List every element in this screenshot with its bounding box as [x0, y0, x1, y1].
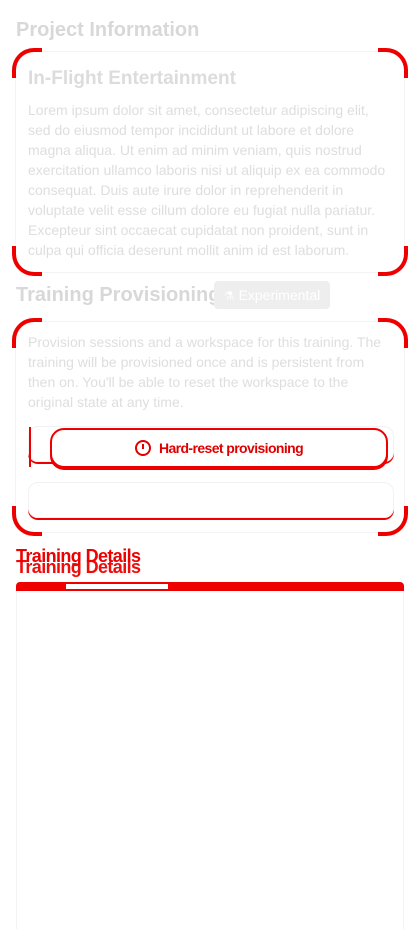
training-details-panel	[16, 582, 404, 929]
project-card-description: Lorem ipsum dolor sit amet, consectetur …	[28, 102, 386, 258]
panel-tab-gap	[66, 584, 168, 589]
provisioning-card: Provision sessions and a workspace for t…	[12, 318, 408, 536]
hard-reset-provisioning-button[interactable]: Hard-reset provisioning	[50, 428, 388, 468]
hard-reset-provisioning-label: Hard-reset provisioning	[158, 440, 304, 456]
frame-mark	[29, 427, 41, 467]
section-title-training-details-duplicate: Training Details	[16, 557, 141, 577]
provisioning-description: Provision sessions and a workspace for t…	[28, 334, 382, 410]
experimental-badge-label: Experimental	[238, 287, 321, 303]
section-title-project-information: Project Information	[16, 19, 200, 41]
power-reset-icon	[134, 440, 151, 456]
card-corner	[378, 48, 408, 78]
project-card: In-Flight Entertainment Lorem ipsum dolo…	[12, 48, 408, 276]
secondary-action-frame[interactable]	[28, 482, 394, 518]
project-card-title: In-Flight Entertainment	[28, 68, 236, 89]
experimental-badge: ⚗ Experimental	[214, 281, 330, 309]
flask-icon: ⚗	[223, 289, 235, 303]
section-title-training-provisioning: Training Provisioning	[16, 284, 221, 306]
